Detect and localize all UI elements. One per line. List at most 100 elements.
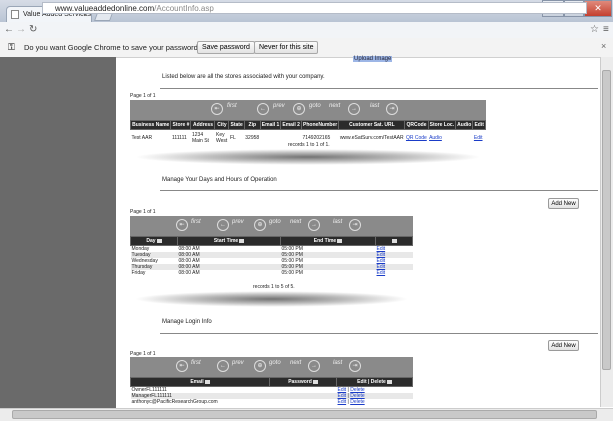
never-for-site-button[interactable]: Never for this site	[254, 41, 319, 54]
hours-records: records 1 to 5 of 5.	[253, 284, 295, 290]
sort-icon[interactable]	[312, 379, 318, 384]
col-qrcode: QRCode	[404, 120, 429, 130]
col-state: State	[228, 120, 245, 130]
prev-icon[interactable]: ←	[217, 219, 229, 231]
table-shadow	[134, 149, 482, 165]
first-button[interactable]: first	[191, 219, 201, 225]
last-button[interactable]: last	[333, 360, 342, 366]
last-icon[interactable]: ⇥	[386, 103, 398, 115]
address-bar[interactable]: www.valueaddedonline.com/AccountInfo.asp	[42, 2, 587, 14]
back-icon[interactable]: ←	[4, 22, 14, 38]
table-shadow	[134, 291, 409, 307]
page-icon	[11, 10, 19, 19]
cell-state: FL	[229, 134, 236, 141]
goto-icon[interactable]: ⊕	[254, 360, 266, 372]
goto-button[interactable]: goto	[269, 360, 281, 366]
sort-icon[interactable]	[386, 379, 392, 384]
prev-button[interactable]: prev	[232, 219, 244, 225]
next-button[interactable]: next	[290, 219, 301, 225]
add-hours-button[interactable]: Add New	[548, 198, 579, 209]
qrcode-link[interactable]: QR Code	[405, 130, 428, 146]
col-actions	[375, 236, 413, 246]
last-icon[interactable]: ⇥	[349, 360, 361, 372]
next-button[interactable]: next	[290, 360, 301, 366]
col-end-time: End Time	[280, 236, 376, 246]
goto-button[interactable]: goto	[309, 103, 321, 109]
stores-pager: ⇤ first ← prev ⊕ goto next → last ⇥	[130, 100, 486, 120]
col-password-label: Password	[288, 379, 312, 385]
prev-icon[interactable]: ←	[257, 103, 269, 115]
col-email: Email	[130, 377, 270, 387]
cell-city: Key West	[215, 131, 228, 144]
next-icon[interactable]: →	[308, 360, 320, 372]
forward-icon[interactable]: →	[16, 22, 26, 38]
divider	[160, 190, 598, 191]
hours-page-of: Page 1 of 1	[130, 209, 156, 215]
col-zip: Zip	[243, 120, 261, 130]
edit-link[interactable]: Edit	[338, 399, 347, 405]
edit-store-link[interactable]: Edit	[473, 130, 486, 146]
next-icon[interactable]: →	[348, 103, 360, 115]
add-login-button[interactable]: Add New	[548, 340, 579, 351]
goto-button[interactable]: goto	[269, 219, 281, 225]
upload-image-link[interactable]: Upload Image	[353, 56, 393, 62]
col-store-loc: Store Loc.	[427, 120, 457, 130]
sort-icon[interactable]	[204, 379, 210, 384]
prev-button[interactable]: prev	[232, 360, 244, 366]
last-button[interactable]: last	[370, 103, 379, 109]
col-end-label: End Time	[313, 238, 337, 244]
cell-start: 08:00 AM	[178, 270, 200, 276]
col-url: Customer Sat. URL	[338, 120, 406, 130]
goto-icon[interactable]: ⊕	[254, 219, 266, 231]
col-phone: PhoneNumber	[300, 120, 340, 130]
stores-records: records 1 to 1 of 1.	[288, 142, 330, 148]
first-button[interactable]: first	[227, 103, 237, 109]
col-start-label: Start Time	[213, 238, 239, 244]
col-email-label: Email	[190, 379, 204, 385]
vertical-scroll-thumb[interactable]	[602, 70, 611, 370]
hours-pager: ⇤ first ← prev ⊕ goto next → last ⇥	[130, 216, 413, 236]
sort-icon[interactable]	[239, 238, 245, 243]
first-icon[interactable]: ⇤	[176, 219, 188, 231]
edit-link[interactable]: Edit	[376, 270, 413, 276]
cell-store: 111111	[171, 134, 187, 141]
reload-icon[interactable]: ↻	[29, 22, 37, 38]
logins-section-title: Manage Login Info	[162, 319, 212, 325]
sort-icon[interactable]	[156, 238, 162, 243]
sort-icon[interactable]	[337, 238, 343, 243]
col-city: City	[214, 120, 230, 130]
first-icon[interactable]: ⇤	[211, 103, 223, 115]
sort-icon[interactable]	[392, 238, 397, 243]
prev-button[interactable]: prev	[273, 103, 285, 109]
prev-icon[interactable]: ←	[217, 360, 229, 372]
last-button[interactable]: last	[333, 219, 342, 225]
cell-url: www.eSatSurv.com/TestAAR	[339, 134, 404, 141]
infobar-text: Do you want Google Chrome to save your p…	[24, 43, 203, 52]
col-address: Address	[190, 120, 216, 130]
url-path: /AccountInfo.asp	[154, 4, 214, 13]
key-icon: ⚿	[8, 42, 15, 52]
store-loc-link[interactable]: Audio	[428, 130, 456, 146]
next-icon[interactable]: →	[308, 219, 320, 231]
cell-audio	[456, 130, 473, 146]
close-window-button[interactable]: ✕	[584, 0, 612, 17]
divider	[160, 333, 598, 334]
col-start-time: Start Time	[177, 236, 281, 246]
col-business-name: Business Name	[129, 120, 172, 130]
next-button[interactable]: next	[329, 103, 340, 109]
logins-table: Email Password Edit | Delete OwnerFL1111…	[130, 377, 413, 405]
hours-table: Day Start Time End Time Monday 08:00 AM 05…	[130, 236, 413, 276]
star-icon[interactable]: ☆	[590, 22, 599, 38]
last-icon[interactable]: ⇥	[349, 219, 361, 231]
first-icon[interactable]: ⇤	[176, 360, 188, 372]
close-infobar-icon[interactable]: ×	[601, 41, 606, 51]
save-password-button[interactable]: Save password	[197, 41, 255, 54]
menu-icon[interactable]: ≡	[603, 22, 609, 38]
cell-business-name: Test AAR	[131, 134, 153, 141]
cell-end: 05:00 PM	[281, 270, 303, 276]
horizontal-scroll-thumb[interactable]	[12, 410, 597, 419]
goto-icon[interactable]: ⊕	[293, 103, 305, 115]
first-button[interactable]: first	[191, 360, 201, 366]
delete-link[interactable]: Delete	[350, 399, 364, 405]
col-edit: Edit	[472, 120, 486, 130]
